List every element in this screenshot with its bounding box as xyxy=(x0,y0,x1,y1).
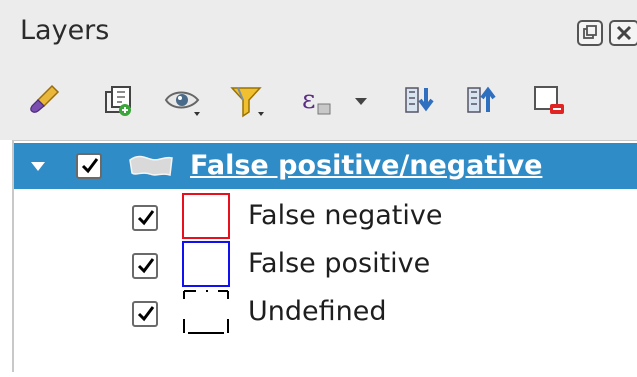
remove-layer-icon[interactable] xyxy=(528,78,574,124)
group-visibility-checkbox[interactable] xyxy=(76,153,102,179)
layers-panel-header: Layers xyxy=(0,0,637,64)
close-icon[interactable] xyxy=(609,20,637,46)
layer-group-row[interactable]: False positive/negative xyxy=(14,143,637,189)
filter-legend-icon[interactable] xyxy=(224,78,270,124)
svg-text:ε: ε xyxy=(302,85,315,115)
layer-item-undefined[interactable]: Undefined xyxy=(14,289,637,335)
add-group-icon[interactable] xyxy=(96,78,142,124)
layers-toolbar: ε xyxy=(0,64,637,140)
layer-visibility-checkbox[interactable] xyxy=(132,253,158,279)
layer-visibility-checkbox[interactable] xyxy=(132,301,158,327)
layer-tree: False positive/negative False negative F… xyxy=(12,140,637,372)
chevron-down-icon[interactable] xyxy=(30,159,46,178)
blue-outline-symbol-icon xyxy=(182,241,230,287)
manage-visibility-icon[interactable] xyxy=(160,78,206,124)
layer-item-false-negative[interactable]: False negative xyxy=(14,193,637,239)
layer-label: Undefined xyxy=(248,296,387,327)
layer-label: False negative xyxy=(248,200,443,231)
expand-all-icon[interactable] xyxy=(398,78,444,124)
float-window-icon[interactable] xyxy=(577,20,603,46)
style-manager-icon[interactable] xyxy=(22,78,68,124)
polygon-layer-icon xyxy=(128,153,174,183)
filter-expression-dropdown-icon[interactable] xyxy=(346,78,376,124)
filter-by-expression-icon[interactable]: ε xyxy=(296,78,342,124)
dashed-outline-symbol-icon xyxy=(182,289,230,335)
layer-label: False positive xyxy=(248,248,431,279)
layer-visibility-checkbox[interactable] xyxy=(132,205,158,231)
panel-title: Layers xyxy=(20,15,110,46)
red-outline-symbol-icon xyxy=(182,193,230,239)
group-label: False positive/negative xyxy=(190,150,543,181)
layer-item-false-positive[interactable]: False positive xyxy=(14,241,637,287)
collapse-all-icon[interactable] xyxy=(460,78,506,124)
